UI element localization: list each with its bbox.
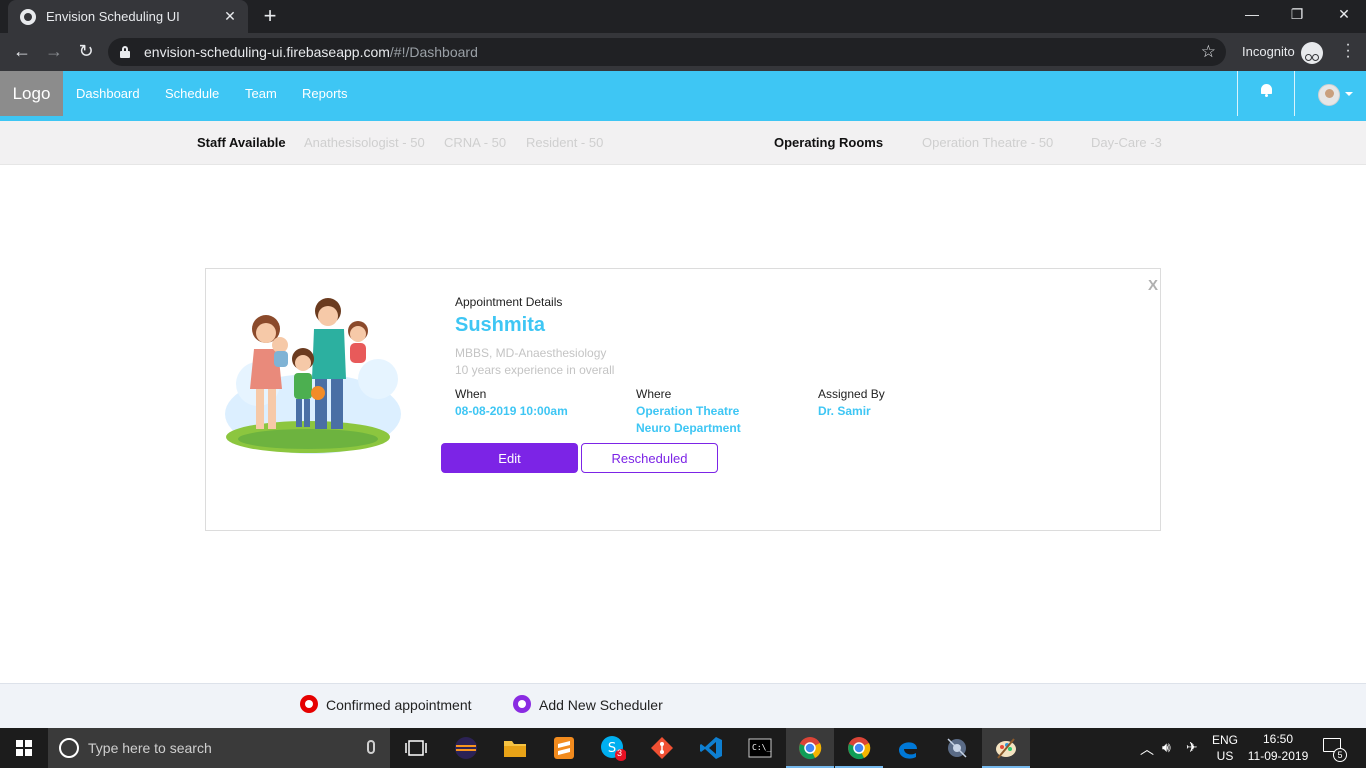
room-operation-theatre: Operation Theatre - 50 <box>922 135 1054 150</box>
forward-icon[interactable]: → <box>43 41 65 61</box>
incognito-icon[interactable] <box>1301 42 1323 64</box>
where-location: Operation Theatre <box>636 404 740 418</box>
git-client-icon[interactable] <box>648 734 676 762</box>
when-value: 08-08-2019 10:00am <box>455 404 568 418</box>
chevron-down-icon[interactable] <box>1345 92 1353 96</box>
add-new-radio-icon[interactable] <box>513 695 531 713</box>
chrome-incognito-icon[interactable] <box>796 734 824 762</box>
file-explorer-icon[interactable] <box>501 734 529 762</box>
new-tab-icon[interactable]: + <box>260 5 280 27</box>
close-icon[interactable]: X <box>1148 277 1158 294</box>
microphone-icon[interactable] <box>367 740 375 754</box>
nav-divider <box>1294 71 1295 116</box>
nav-divider <box>1237 71 1238 116</box>
windows-start-icon[interactable] <box>16 740 32 756</box>
svg-text:C:\_: C:\_ <box>752 743 771 752</box>
edge-icon[interactable] <box>894 734 922 762</box>
globe-icon <box>20 8 36 25</box>
staff-available-title: Staff Available <box>197 135 286 150</box>
task-view-icon[interactable] <box>402 734 430 762</box>
window-close-icon[interactable]: ✕ <box>1334 6 1354 23</box>
incognito-label: Incognito <box>1242 44 1295 59</box>
nav-team[interactable]: Team <box>245 86 277 101</box>
where-department: Neuro Department <box>636 421 741 435</box>
where-label: Where <box>636 387 672 401</box>
staff-crna: CRNA - 50 <box>444 135 507 150</box>
eclipse-icon[interactable] <box>452 734 480 762</box>
sublime-text-icon[interactable] <box>550 734 578 762</box>
doctor-qualification: MBBS, MD-Anaesthesiology <box>455 346 607 360</box>
restore-icon[interactable]: ❐ <box>1287 6 1307 23</box>
url-path: /#!/Dashboard <box>389 44 478 60</box>
paint-icon[interactable] <box>992 734 1020 762</box>
skype-icon[interactable]: S 3 <box>599 734 627 762</box>
confirmed-legend-label: Confirmed appointment <box>326 697 472 713</box>
staff-resident: Resident - 50 <box>526 135 604 150</box>
legend-bar: Confirmed appointment Add New Scheduler <box>0 683 1366 728</box>
browser-menu-icon[interactable]: · · · <box>1340 37 1356 65</box>
nav-reports[interactable]: Reports <box>302 86 348 101</box>
address-bar[interactable]: envision-scheduling-ui.firebaseapp.com/#… <box>108 38 1226 66</box>
taskbar-search-placeholder: Type here to search <box>88 740 212 756</box>
vscode-icon[interactable] <box>697 734 725 762</box>
chrome-icon[interactable] <box>845 734 873 762</box>
when-label: When <box>455 387 487 401</box>
notification-count: 5 <box>1333 748 1347 762</box>
bell-icon[interactable] <box>1261 84 1272 97</box>
assigned-by-value: Dr. Samir <box>818 404 871 418</box>
lock-icon <box>120 46 130 58</box>
assigned-by-label: Assigned By <box>818 387 885 401</box>
taskbar-search[interactable]: Type here to search <box>48 728 390 768</box>
tab-close-icon[interactable]: ✕ <box>222 8 238 25</box>
app-navbar: Logo Dashboard Schedule Team Reports <box>0 71 1366 121</box>
clock-date[interactable]: 11-09-2019 <box>1246 749 1310 763</box>
back-icon[interactable]: ← <box>11 41 33 61</box>
language-code[interactable]: ENG <box>1210 733 1240 747</box>
clock-time[interactable]: 16:50 <box>1248 732 1308 746</box>
reload-icon[interactable]: ↻ <box>75 41 97 61</box>
edit-button[interactable]: Edit <box>441 443 578 473</box>
url-host: envision-scheduling-ui.firebaseapp.com <box>144 44 390 60</box>
browser-tab-bar: Envision Scheduling UI ✕ + — ❐ ✕ <box>0 0 1366 33</box>
confirmed-radio-icon[interactable] <box>300 695 318 713</box>
chevron-up-icon[interactable]: ︿ <box>1140 739 1154 759</box>
add-new-legend-label: Add New Scheduler <box>539 697 663 713</box>
svg-text:S: S <box>608 741 616 756</box>
appointment-card: X Appointment Details Sushmita MBBS, MD-… <box>205 268 1161 531</box>
browser-toolbar: ← → ↻ envision-scheduling-ui.firebaseapp… <box>0 33 1366 71</box>
skype-badge: 3 <box>617 748 623 758</box>
bookmark-star-icon[interactable]: ☆ <box>1201 42 1216 62</box>
terminal-icon[interactable]: C:\_ <box>746 734 774 762</box>
family-illustration <box>225 298 401 454</box>
tab-title: Envision Scheduling UI <box>46 9 180 24</box>
network-icon[interactable]: ✈︎ <box>1186 739 1198 756</box>
appointment-heading: Appointment Details <box>455 295 563 309</box>
volume-icon[interactable]: 🔊︎ <box>1162 739 1171 756</box>
room-day-care: Day-Care -3 <box>1091 135 1162 150</box>
cortana-icon <box>59 738 79 758</box>
availability-bar: Staff Available Anathesisologist - 50 CR… <box>0 121 1366 165</box>
logo[interactable]: Logo <box>0 71 63 116</box>
browser-tab[interactable]: Envision Scheduling UI ✕ <box>8 0 248 33</box>
doctor-experience: 10 years experience in overall <box>455 363 615 377</box>
nav-dashboard[interactable]: Dashboard <box>76 86 140 101</box>
avatar[interactable] <box>1318 84 1340 106</box>
nav-schedule[interactable]: Schedule <box>165 86 219 101</box>
rescheduled-button[interactable]: Rescheduled <box>581 443 718 473</box>
operating-rooms-title: Operating Rooms <box>774 135 884 150</box>
staff-anesthesiologist: Anathesisologist - 50 <box>304 135 425 150</box>
bug-tool-icon[interactable] <box>943 734 971 762</box>
minimize-icon[interactable]: — <box>1242 6 1262 22</box>
taskbar: Type here to search S 3 C:\_ ︿ 🔊︎ ✈︎ ENG… <box>0 728 1366 768</box>
keyboard-layout[interactable]: US <box>1210 749 1240 763</box>
doctor-name: Sushmita <box>455 314 546 336</box>
